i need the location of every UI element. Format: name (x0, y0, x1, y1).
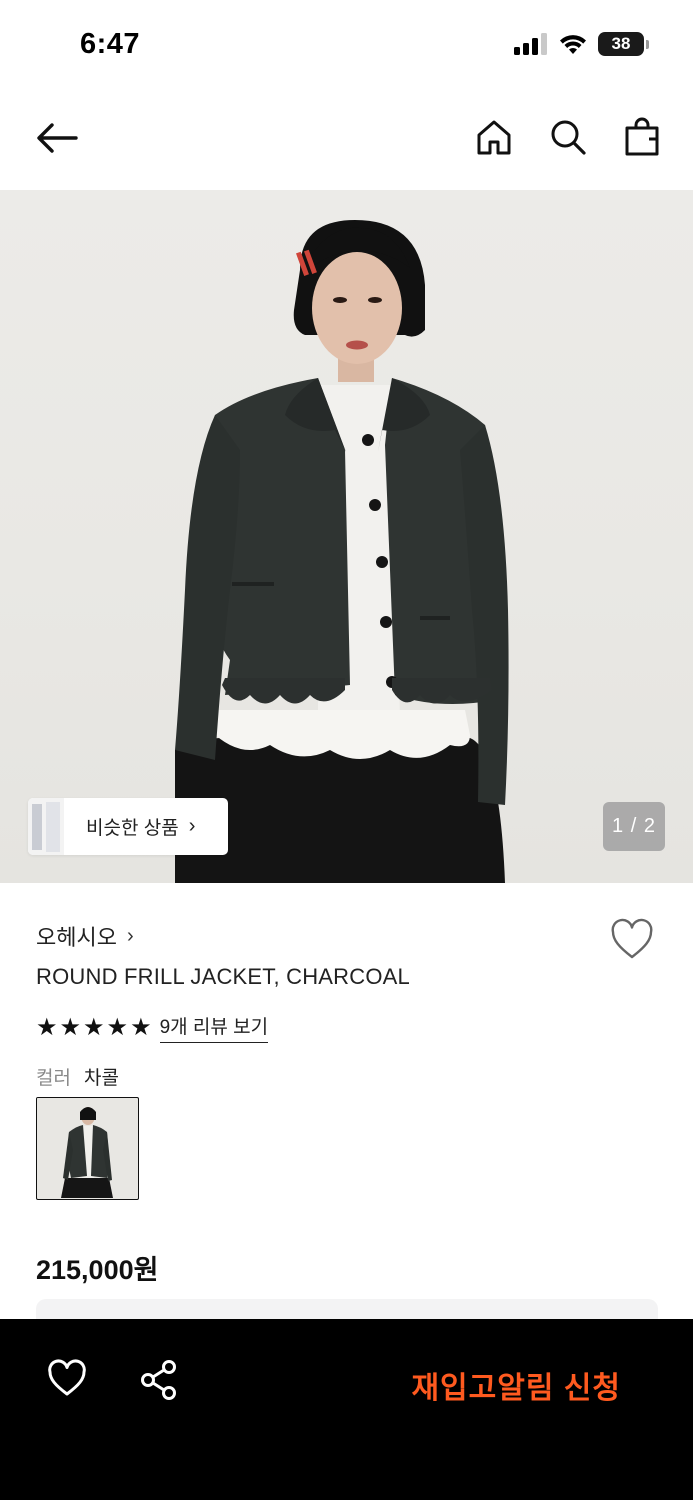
color-label: 컬러 (36, 1068, 71, 1089)
star-icon: ★ (130, 1013, 152, 1041)
color-swatch-charcoal[interactable] (36, 1097, 139, 1200)
status-time: 6:47 (80, 28, 141, 60)
brand-link[interactable]: 오헤시오 › (36, 920, 134, 952)
product-photo (175, 220, 509, 883)
cellular-signal-icon (514, 33, 547, 55)
heart-icon (611, 918, 653, 959)
back-button[interactable] (32, 116, 82, 160)
star-icon: ★ (59, 1013, 82, 1041)
wifi-icon (560, 35, 586, 54)
product-name: ROUND FRILL JACKET, CHARCOAL (36, 964, 410, 989)
color-row: 컬러 차콜 (36, 1063, 119, 1090)
reviews-link[interactable]: 9개 리뷰 보기 (159, 1012, 269, 1043)
bottom-wishlist-button[interactable] (46, 1359, 88, 1399)
cart-button[interactable] (619, 114, 665, 160)
star-icon: ★ (36, 1013, 58, 1041)
heart-icon (48, 1359, 86, 1396)
chevron-right-icon: › (188, 815, 196, 837)
home-icon (477, 120, 511, 155)
status-bar: 6:47 38 (0, 0, 693, 92)
image-page-indicator: 1 / 2 (603, 802, 665, 851)
product-image-gallery[interactable]: 비슷한 상품 › 1 / 2 (0, 190, 693, 883)
color-value: 차콜 (83, 1068, 119, 1089)
wishlist-button[interactable] (609, 918, 655, 962)
battery-level: 38 (598, 32, 644, 56)
rating-stars: ★ ★ ★ ★ ★ (36, 1013, 152, 1041)
home-button[interactable] (471, 114, 517, 160)
search-icon (551, 120, 586, 155)
shopping-bag-icon (625, 117, 659, 156)
search-button[interactable] (545, 114, 591, 160)
battery-indicator: 38 (598, 32, 649, 56)
header-actions (471, 114, 665, 160)
restock-alert-button[interactable]: 재입고알림 신청 (411, 1363, 621, 1407)
color-swatch-image (37, 1098, 137, 1198)
battery-tip (646, 39, 649, 49)
rating-row: ★ ★ ★ ★ ★ 9개 리뷰 보기 (36, 1012, 269, 1043)
share-button[interactable] (138, 1359, 180, 1401)
brand-name: 오헤시오 (36, 925, 117, 950)
app-header (0, 92, 693, 190)
similar-products-label: 비슷한 상품 (86, 818, 179, 839)
product-price: 215,000원 (36, 1255, 159, 1285)
bottom-action-bar: 재입고알림 신청 (0, 1319, 693, 1500)
similar-products-button[interactable]: 비슷한 상품 › (28, 798, 228, 855)
star-icon: ★ (106, 1013, 129, 1041)
share-icon (141, 1360, 176, 1400)
status-icons: 38 (514, 32, 649, 56)
arrow-left-icon (37, 123, 78, 153)
chevron-right-icon: › (126, 924, 134, 947)
similar-product-thumbnail (28, 798, 64, 855)
star-icon: ★ (83, 1013, 105, 1041)
